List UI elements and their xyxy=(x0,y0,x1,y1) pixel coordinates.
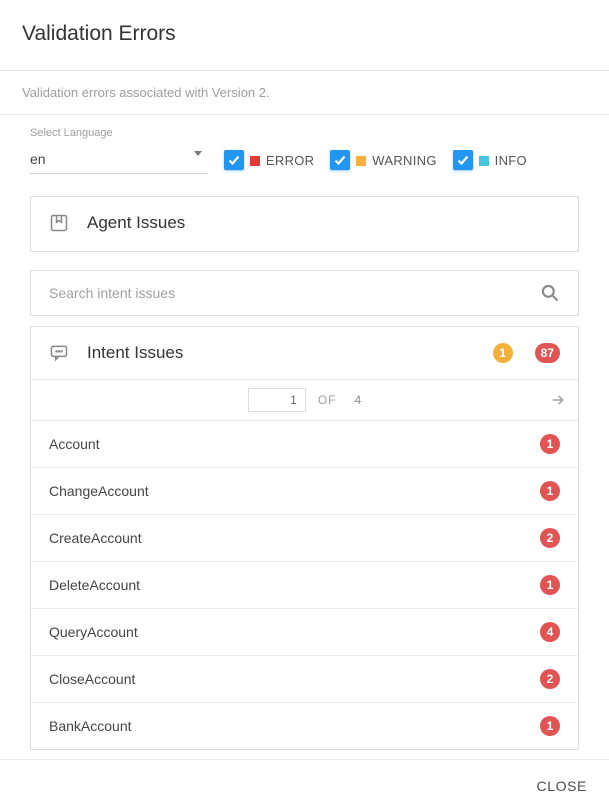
intent-issue-row[interactable]: CreateAccount 2 xyxy=(31,515,578,562)
intent-issue-name: CreateAccount xyxy=(49,530,142,546)
intent-issue-count-badge: 1 xyxy=(540,434,560,454)
intent-issue-count-badge: 2 xyxy=(540,528,560,548)
level-label-info: INFO xyxy=(479,153,527,168)
language-select-label: Select Language xyxy=(30,127,208,139)
level-label-error: ERROR xyxy=(250,153,314,168)
intent-issue-name: Account xyxy=(49,436,100,452)
intent-issue-count-badge: 1 xyxy=(540,575,560,595)
intent-issue-row[interactable]: BankAccount 1 xyxy=(31,703,578,749)
level-filter-info: INFO xyxy=(453,150,527,174)
intent-issue-count-badge: 1 xyxy=(540,716,560,736)
error-count-badge: 87 xyxy=(535,343,560,363)
pager: OF 4 xyxy=(31,380,578,421)
language-select[interactable]: en xyxy=(30,147,208,174)
intent-panel-title: Intent Issues xyxy=(87,343,475,363)
language-select-wrap: Select Language en xyxy=(30,127,208,174)
intent-issue-row[interactable]: DeleteAccount 1 xyxy=(31,562,578,609)
warning-color-swatch xyxy=(356,156,366,166)
close-button[interactable]: CLOSE xyxy=(537,778,587,794)
intent-issue-count-badge: 4 xyxy=(540,622,560,642)
intent-issue-row[interactable]: CloseAccount 2 xyxy=(31,656,578,703)
chat-icon xyxy=(49,343,69,363)
language-selected-value: en xyxy=(30,151,46,167)
dialog-title: Validation Errors xyxy=(0,0,609,71)
error-checkbox[interactable] xyxy=(224,150,244,170)
page-number-input[interactable] xyxy=(248,388,306,412)
error-color-swatch xyxy=(250,156,260,166)
intent-issue-name: QueryAccount xyxy=(49,624,138,640)
level-filter-error: ERROR xyxy=(224,150,314,174)
dialog-footer: CLOSE xyxy=(0,759,609,812)
intent-issue-count-badge: 1 xyxy=(540,481,560,501)
intent-issue-row[interactable]: Account 1 xyxy=(31,421,578,468)
bookmark-box-icon xyxy=(49,213,69,233)
intent-issues-panel: Intent Issues 1 87 OF 4 Account1ChangeAc… xyxy=(30,326,579,750)
search-input[interactable] xyxy=(49,285,540,301)
filters-row: Select Language en ERROR xyxy=(24,115,585,192)
intent-issue-row[interactable]: ChangeAccount 1 xyxy=(31,468,578,515)
search-intent-issues xyxy=(30,270,579,316)
warning-count-badge: 1 xyxy=(493,343,513,363)
pager-of-label: OF xyxy=(318,393,337,407)
pager-total: 4 xyxy=(354,393,361,407)
chevron-down-icon xyxy=(194,151,202,156)
validation-errors-dialog: Validation Errors Validation errors asso… xyxy=(0,0,609,812)
agent-panel-header: Agent Issues xyxy=(31,197,578,251)
info-checkbox[interactable] xyxy=(453,150,473,170)
intent-issue-name: BankAccount xyxy=(49,718,132,734)
intent-issue-count-badge: 2 xyxy=(540,669,560,689)
intent-issue-row[interactable]: QueryAccount 4 xyxy=(31,609,578,656)
level-label-warning: WARNING xyxy=(356,153,436,168)
dialog-body[interactable]: Select Language en ERROR xyxy=(0,114,609,759)
info-color-swatch xyxy=(479,156,489,166)
warning-checkbox[interactable] xyxy=(330,150,350,170)
intent-issue-name: ChangeAccount xyxy=(49,483,149,499)
level-filter-warning: WARNING xyxy=(330,150,436,174)
dialog-description: Validation errors associated with Versio… xyxy=(0,71,609,114)
agent-panel-title: Agent Issues xyxy=(87,213,185,233)
agent-issues-panel[interactable]: Agent Issues xyxy=(30,196,579,252)
intent-issue-name: DeleteAccount xyxy=(49,577,140,593)
intent-issue-list: Account 1 ChangeAccount 1 CreateAccount 2 Dele… xyxy=(31,421,578,749)
intent-panel-header[interactable]: Intent Issues 1 87 xyxy=(31,327,578,380)
search-icon[interactable] xyxy=(540,283,560,303)
intent-issue-name: CloseAccount xyxy=(49,671,135,687)
arrow-right-icon[interactable] xyxy=(550,392,566,408)
